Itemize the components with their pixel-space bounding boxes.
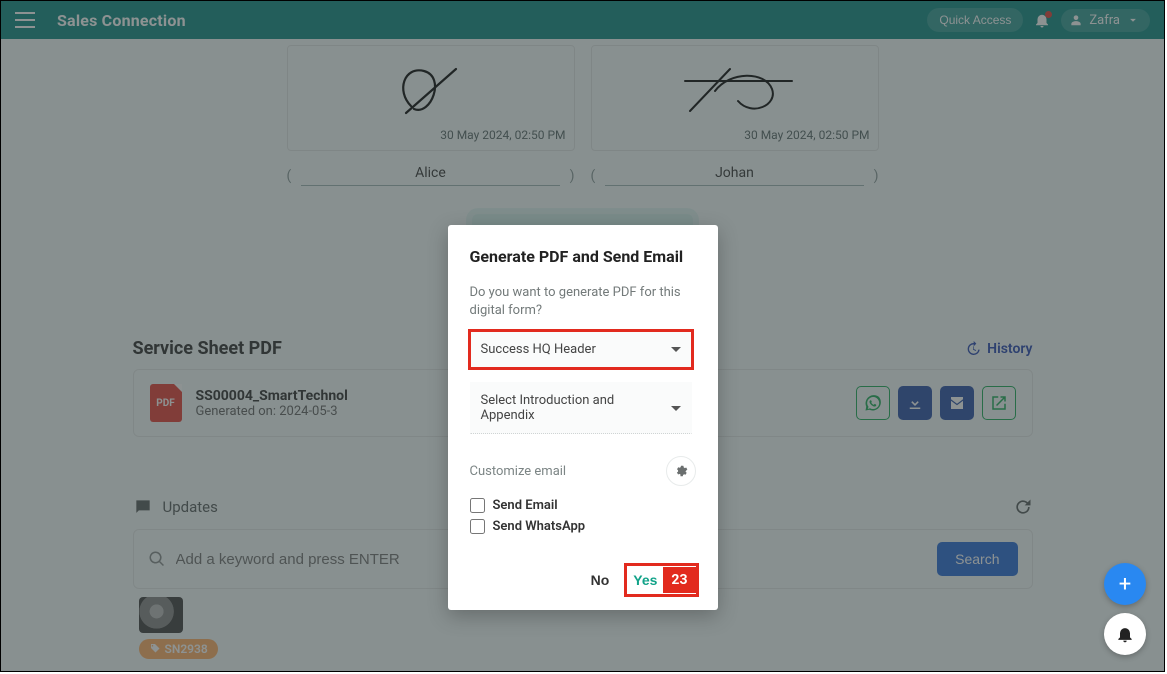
modal-overlay[interactable]: Generate PDF and Send Email Do you want …	[1, 1, 1164, 671]
generate-pdf-modal: Generate PDF and Send Email Do you want …	[448, 225, 718, 610]
bell-icon	[1115, 624, 1135, 644]
header-select[interactable]: Success HQ Header	[470, 331, 692, 368]
send-email-checkbox-row[interactable]: Send Email	[470, 498, 696, 513]
notification-fab[interactable]	[1104, 613, 1146, 655]
add-fab[interactable]: +	[1104, 563, 1146, 605]
customize-email-label: Customize email	[470, 464, 567, 479]
step-badge: 23	[663, 567, 695, 593]
customize-email-gear[interactable]	[666, 456, 696, 486]
gear-icon	[674, 464, 688, 478]
modal-title: Generate PDF and Send Email	[470, 247, 696, 266]
chevron-down-icon	[671, 406, 681, 411]
modal-question: Do you want to generate PDF for this dig…	[470, 284, 696, 319]
chevron-down-icon	[671, 347, 681, 352]
send-email-checkbox[interactable]	[470, 498, 485, 513]
send-whatsapp-checkbox-row[interactable]: Send WhatsApp	[470, 519, 696, 534]
yes-button-highlight: Yes 23	[627, 566, 695, 594]
no-button[interactable]: No	[587, 566, 614, 594]
send-whatsapp-checkbox[interactable]	[470, 519, 485, 534]
yes-button[interactable]: Yes	[627, 566, 663, 594]
intro-appendix-select[interactable]: Select Introduction and Appendix	[470, 382, 692, 434]
